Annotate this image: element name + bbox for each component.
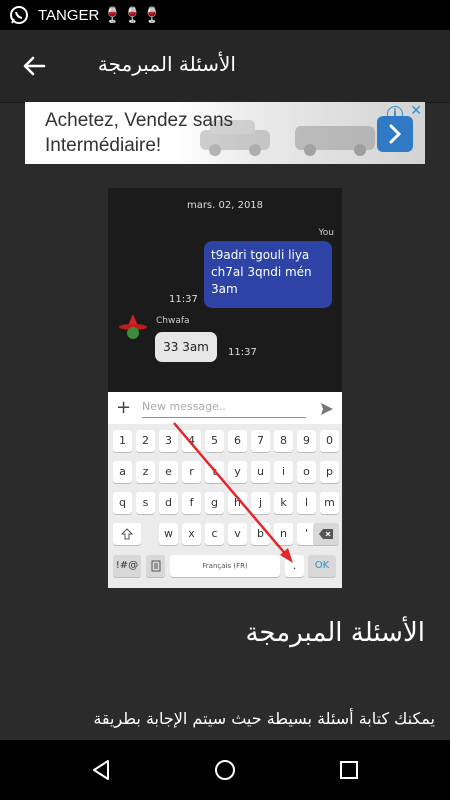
key: k bbox=[274, 492, 293, 514]
key: n bbox=[274, 523, 293, 545]
space-key: Français (FR) bbox=[170, 555, 280, 577]
whatsapp-icon bbox=[8, 4, 30, 26]
you-label: You bbox=[318, 228, 334, 238]
section-heading: الأسئلة المبرمجة bbox=[245, 618, 425, 648]
my-message-line: ch7al 3qndi mén bbox=[211, 265, 312, 279]
key: h bbox=[228, 492, 247, 514]
key: 7 bbox=[251, 430, 270, 452]
home-circle-icon[interactable] bbox=[213, 758, 237, 782]
plus-icon: + bbox=[116, 397, 132, 418]
keyboard: 1 2 3 4 5 6 7 8 9 0 a z e r t y u i o p … bbox=[108, 424, 342, 588]
key: o bbox=[297, 461, 316, 483]
key: d bbox=[159, 492, 178, 514]
chat-date: mars. 02, 2018 bbox=[186, 200, 264, 211]
avatar bbox=[118, 312, 148, 342]
backspace-key bbox=[313, 523, 339, 545]
my-message-line: 3am bbox=[211, 282, 238, 296]
key: z bbox=[136, 461, 155, 483]
sender-name: Chwafa bbox=[156, 316, 190, 326]
page-title: الأسئلة المبرمجة bbox=[97, 52, 236, 76]
key: c bbox=[205, 523, 224, 545]
key: 1 bbox=[113, 430, 132, 452]
ad-text-line2: Intermédiaire! bbox=[45, 135, 162, 156]
key: 4 bbox=[182, 430, 201, 452]
back-arrow-icon[interactable] bbox=[18, 50, 50, 82]
clipboard-icon bbox=[151, 560, 160, 572]
key: y bbox=[228, 461, 247, 483]
key: e bbox=[159, 461, 178, 483]
message-composer: + New message.. bbox=[108, 392, 342, 425]
key: s bbox=[136, 492, 155, 514]
key: 0 bbox=[320, 430, 339, 452]
key: w bbox=[159, 523, 178, 545]
ad-text: Achetez, Vendez sans Intermédiaire! bbox=[45, 108, 233, 158]
key: r bbox=[182, 461, 201, 483]
ad-open-button[interactable] bbox=[377, 116, 413, 152]
backspace-icon bbox=[319, 529, 333, 539]
key: u bbox=[251, 461, 270, 483]
message-input: New message.. bbox=[142, 400, 306, 418]
key: b bbox=[251, 523, 270, 545]
section-paragraph: يمكنك كتابة أسئلة بسيطة حيث سيتم الإجابة… bbox=[93, 709, 435, 728]
key: 3 bbox=[159, 430, 178, 452]
key: t bbox=[205, 461, 224, 483]
my-message-bubble: t9adri tgouli liya ch7al 3qndi mén 3am bbox=[204, 241, 332, 308]
key: j bbox=[251, 492, 270, 514]
key: 2 bbox=[136, 430, 155, 452]
wine-glass-icons: 🍷🍷🍷 bbox=[103, 6, 163, 24]
status-bar: TANGER 🍷🍷🍷 bbox=[0, 0, 450, 30]
key: 8 bbox=[274, 430, 293, 452]
key: v bbox=[228, 523, 247, 545]
status-title: TANGER bbox=[38, 6, 100, 24]
their-message-bubble: 33 3am bbox=[155, 332, 217, 362]
key: g bbox=[205, 492, 224, 514]
key: m bbox=[320, 492, 339, 514]
send-icon bbox=[321, 403, 333, 415]
navigation-bar bbox=[0, 740, 450, 800]
my-message-line: t9adri tgouli liya bbox=[211, 248, 310, 262]
chat-screenshot: mars. 02, 2018 You t9adri tgouli liya ch… bbox=[108, 188, 342, 588]
ad-text-line1: Achetez, Vendez sans bbox=[45, 110, 234, 131]
period-key: . bbox=[285, 555, 304, 577]
symbols-key: !#@ bbox=[113, 555, 141, 577]
my-message-time: 11:37 bbox=[169, 294, 198, 305]
chevron-right-icon bbox=[389, 124, 402, 144]
key: 6 bbox=[228, 430, 247, 452]
their-message-time: 11:37 bbox=[228, 347, 257, 358]
emoji-key bbox=[146, 555, 165, 577]
key: q bbox=[113, 492, 132, 514]
ad-banner[interactable]: Achetez, Vendez sans Intermédiaire! i ✕ bbox=[25, 102, 425, 164]
key: 9 bbox=[297, 430, 316, 452]
key: i bbox=[274, 461, 293, 483]
key: l bbox=[297, 492, 316, 514]
ok-key: OK bbox=[308, 555, 336, 577]
recents-square-icon[interactable] bbox=[337, 758, 361, 782]
key: 5 bbox=[205, 430, 224, 452]
app-bar: الأسئلة المبرمجة bbox=[0, 30, 450, 103]
back-triangle-icon[interactable] bbox=[89, 758, 113, 782]
shift-key bbox=[113, 523, 141, 545]
key: f bbox=[182, 492, 201, 514]
key: a bbox=[113, 461, 132, 483]
key: x bbox=[182, 523, 201, 545]
key: p bbox=[320, 461, 339, 483]
shift-arrow-icon bbox=[120, 528, 134, 540]
